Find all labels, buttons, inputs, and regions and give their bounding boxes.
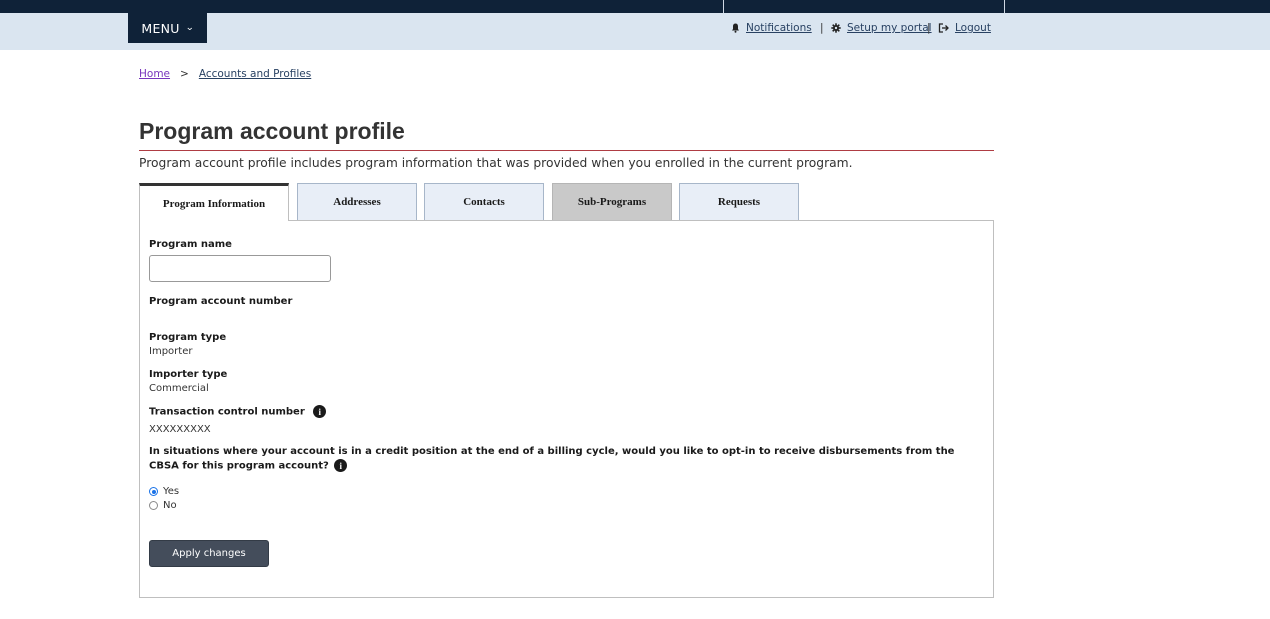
tcn-label-row: Transaction control number i <box>149 405 327 418</box>
logout-link-group: Logout <box>938 22 991 34</box>
importer-type-value: Commercial <box>149 383 209 394</box>
disbursement-question: In situations where your account is in a… <box>149 445 979 474</box>
top-strip <box>0 0 1270 13</box>
radio-no-label: No <box>163 500 177 511</box>
menu-button[interactable]: MENU ⌄ <box>128 13 207 43</box>
setup-portal-link[interactable]: Setup my portal <box>847 22 932 34</box>
radio-no[interactable] <box>149 501 158 510</box>
radio-yes-label: Yes <box>163 486 180 497</box>
radio-yes[interactable] <box>149 487 158 496</box>
gear-icon <box>831 23 841 33</box>
disbursement-question-text: In situations where your account is in a… <box>149 446 955 472</box>
breadcrumb: Home > Accounts and Profiles <box>139 68 311 80</box>
strip-divider <box>723 0 724 13</box>
notifications-link[interactable]: Notifications <box>746 22 812 34</box>
radio-option-no[interactable]: No <box>149 500 177 511</box>
tcn-label: Transaction control number <box>149 406 305 418</box>
info-icon[interactable]: i <box>313 405 327 418</box>
tab-contacts[interactable]: Contacts <box>424 183 544 221</box>
apply-changes-button[interactable]: Apply changes <box>149 540 269 567</box>
notifications-link-group: Notifications <box>731 22 812 34</box>
program-name-label: Program name <box>149 239 232 250</box>
page-intro: Program account profile includes program… <box>139 156 853 170</box>
program-type-value: Importer <box>149 346 193 357</box>
header-separator: | <box>927 22 931 34</box>
breadcrumb-accounts-link[interactable]: Accounts and Profiles <box>199 68 311 80</box>
tab-sub-programs: Sub-Programs <box>552 183 672 221</box>
page-title: Program account profile <box>139 117 994 151</box>
info-icon[interactable]: i <box>334 459 348 472</box>
strip-divider <box>1004 0 1005 13</box>
tab-requests[interactable]: Requests <box>679 183 799 221</box>
tcn-value: XXXXXXXXX <box>149 424 211 435</box>
logout-icon <box>938 23 949 33</box>
radio-option-yes[interactable]: Yes <box>149 486 179 497</box>
importer-type-label: Importer type <box>149 369 228 380</box>
header-bar: MENU ⌄ Notifications | Setup my portal | <box>0 13 1270 50</box>
program-information-panel: Program name Program account number Prog… <box>139 220 994 598</box>
header-separator: | <box>820 22 824 34</box>
tab-addresses[interactable]: Addresses <box>297 183 417 221</box>
program-type-label: Program type <box>149 332 227 343</box>
breadcrumb-home-link[interactable]: Home <box>139 68 170 80</box>
breadcrumb-separator: > <box>180 68 189 80</box>
logout-link[interactable]: Logout <box>955 22 991 34</box>
setup-link-group: Setup my portal <box>831 22 932 34</box>
menu-label: MENU <box>141 20 180 36</box>
chevron-down-icon: ⌄ <box>184 23 195 33</box>
program-name-input[interactable] <box>149 255 331 282</box>
bell-icon <box>732 23 739 33</box>
program-account-number-label: Program account number <box>149 296 293 307</box>
tab-program-information[interactable]: Program Information <box>139 183 289 221</box>
